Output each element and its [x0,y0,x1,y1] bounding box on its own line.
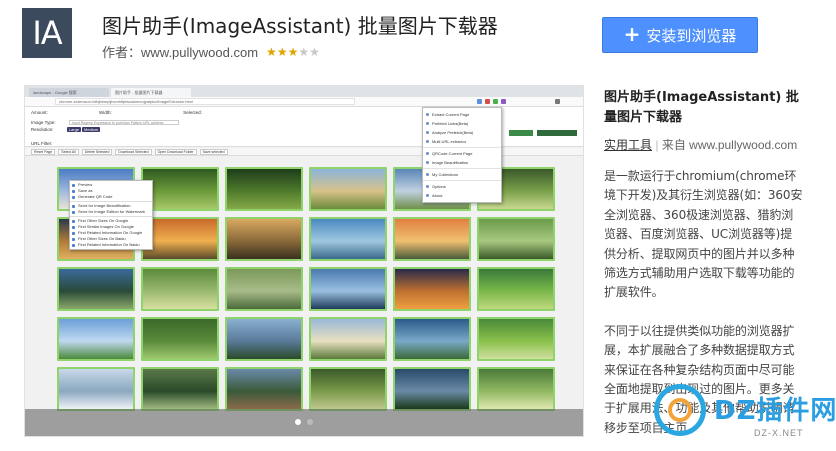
watermark-inner-ring-icon [668,398,692,422]
url-filter-input[interactable]: Input Regexp Expression to pure/ban Patt… [69,120,179,125]
star-icon: ★ [276,44,288,59]
image-thumbnail[interactable] [309,167,387,211]
image-thumbnail[interactable] [477,367,555,411]
prefetch-badge [537,130,577,136]
author-row: 作者：www.pullywood.com ★★★★★ [102,42,320,61]
extension-icon [477,99,482,104]
image-thumbnail[interactable] [393,317,471,361]
url-filter-row: URL Filter: [31,141,52,146]
menu-icon [555,99,560,104]
image-thumbnail[interactable] [225,317,303,361]
app-icon: IA [22,8,72,58]
image-thumbnail[interactable] [477,317,555,361]
image-thumbnail[interactable] [477,267,555,311]
author-text: 作者：www.pullywood.com [102,45,259,60]
extension-detail-page: IA 图片助手(ImageAssistant) 批量图片下载器 作者：www.p… [0,0,836,451]
image-thumbnail[interactable] [57,317,135,361]
carousel-dots [295,419,313,425]
image-thumbnail[interactable] [309,267,387,311]
resolution-label: Resolution: [31,127,54,132]
image-thumbnail[interactable] [225,267,303,311]
amount-row: Amount: Width: Selected: [31,110,202,115]
image-thumbnail[interactable] [309,367,387,411]
action-button[interactable]: Open Download Folder [154,148,197,155]
extension-menu-item[interactable]: Analyze Prefetch(Beta) [423,128,501,137]
extension-menu-item[interactable]: Options [423,182,501,191]
image-thumbnail[interactable] [477,217,555,261]
image-thumbnail[interactable] [225,367,303,411]
menu-divider [70,216,152,217]
menu-divider [423,180,501,181]
screenshot-carousel[interactable]: landscape - Google 搜索 图片助手 - 批量图片下载器 chr… [24,85,584,437]
browser-tab: 图片助手 - 批量图片下载器 [111,88,191,97]
extension-menu: Extract Current Page Prefetch Links(Beta)… [422,107,502,203]
image-thumbnail[interactable] [57,267,135,311]
extension-menu-item[interactable]: My Collections [423,170,501,179]
carousel-dot[interactable] [307,419,313,425]
browser-tab-strip: landscape - Google 搜索 图片助手 - 批量图片下载器 [25,86,583,97]
selected-label: Selected: [183,110,202,115]
extension-menu-item[interactable]: About [423,191,501,200]
star-icon: ★ [298,44,310,59]
menu-divider [70,201,152,202]
browser-address-bar: chrome-extension://dbjbempljhcmhlfpfacal… [25,97,583,107]
image-thumbnail[interactable] [225,217,303,261]
extension-icon [485,99,490,104]
image-thumbnail[interactable] [141,367,219,411]
rating-stars: ★★★★★ [266,45,320,59]
extension-menu-item[interactable]: Extract Current Page [423,110,501,119]
context-menu-item[interactable]: Send for Image Edition for Watermark [70,209,152,215]
action-button[interactable]: Select All [58,148,79,155]
carousel-controls [25,409,583,436]
image-thumbnail[interactable] [309,317,387,361]
extension-icon [501,99,506,104]
collections-badge [509,130,533,136]
category-link[interactable]: 实用工具 [604,138,652,152]
browser-url: chrome-extension://dbjbempljhcmhlfpfacal… [55,98,355,105]
star-icon: ★ [309,44,320,59]
image-thumbnail[interactable] [393,367,471,411]
plus-icon: + [623,22,641,46]
install-label: 安装到浏览器 [646,26,737,45]
url-filter-label: URL Filter: [31,141,53,146]
source-text: 来自 www.pullywood.com [661,138,798,152]
context-menu-item[interactable]: Generate QR Code [70,194,152,200]
context-menu: Preview Save as Generate QR Code Send for I… [69,180,153,250]
star-icon: ★ [287,44,299,59]
extension-icon [493,99,498,104]
watermark-text: DZ插件网 [714,396,836,426]
action-button[interactable]: Download Selected [115,148,152,155]
carousel-dot[interactable] [295,419,301,425]
side-meta: 实用工具 | 来自 www.pullywood.com [604,138,798,152]
image-thumbnail[interactable] [57,367,135,411]
browser-tab: landscape - Google 搜索 [29,88,109,97]
context-menu-item[interactable]: Find Related Information On Baidu [70,242,152,248]
install-button[interactable]: + 安装到浏览器 [602,17,758,53]
watermark-logo: DZ插件网 DZ-X.NET [654,384,836,448]
width-label: Width: [99,110,112,115]
amount-label: Amount: [31,110,48,115]
image-thumbnail[interactable] [141,267,219,311]
side-title: 图片助手(ImageAssistant) 批量图片下载器 [604,90,799,125]
description-paragraph: 是一款运行于chromium(chrome环境下开发)及其衍生浏览器(如：360… [604,169,803,300]
resolution-row: Resolution: Large Medium [31,127,101,132]
menu-divider [423,168,501,169]
image-thumbnail[interactable] [309,217,387,261]
image-thumbnail[interactable] [393,217,471,261]
action-button[interactable]: Delete Selected [81,148,113,155]
action-button[interactable]: Reset Page [31,148,56,155]
image-thumbnail[interactable] [393,267,471,311]
menu-divider [423,147,501,148]
extension-menu-item[interactable]: Multi URL extractor [423,137,501,146]
action-button[interactable]: Save selected [199,148,228,155]
extension-menu-item[interactable]: Image Beautification [423,158,501,167]
image-thumbnail[interactable] [141,317,219,361]
star-icon: ★ [266,44,277,59]
image-thumbnail[interactable] [225,167,303,211]
image-type-label: Image Type: [31,120,56,125]
watermark-subtext: DZ-X.NET [754,428,804,438]
page-title: 图片助手(ImageAssistant) 批量图片下载器 [102,14,498,38]
extension-menu-item[interactable]: Prefetch Links(Beta) [423,119,501,128]
extension-menu-item[interactable]: QRCode Current Page [423,149,501,158]
